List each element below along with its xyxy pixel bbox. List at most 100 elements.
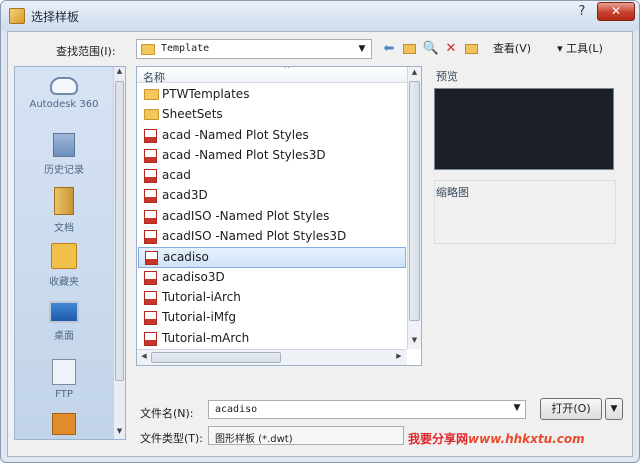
dwt-file-icon: [144, 209, 157, 224]
file-name: acad: [162, 168, 191, 183]
file-row[interactable]: acadISO -Named Plot Styles: [138, 207, 406, 227]
filetype-select[interactable]: 图形样板 (*.dwt): [208, 426, 404, 445]
dwt-file-icon: [144, 331, 157, 346]
new-folder-icon[interactable]: [462, 39, 480, 59]
window-title: 选择样板: [31, 10, 80, 24]
file-row[interactable]: acad -Named Plot Styles: [138, 126, 406, 146]
preview-label: 预览: [436, 70, 458, 83]
place-buzzsaw[interactable]: [17, 413, 111, 437]
look-in-label: 查找范围(I):: [56, 45, 116, 58]
place-label: 文档: [54, 223, 74, 234]
cloud-icon: [50, 77, 78, 95]
file-row[interactable]: acad -Named Plot Styles3D: [138, 146, 406, 166]
title-bar: 选择样板 ? ✕: [1, 1, 639, 31]
desktop-icon: [49, 301, 79, 323]
dwt-file-icon: [144, 148, 157, 163]
scroll-down-icon[interactable]: ▼: [408, 336, 421, 348]
file-name: Tutorial-iArch: [162, 289, 241, 304]
scroll-right-icon[interactable]: ▶: [393, 352, 405, 364]
up-folder-icon[interactable]: [400, 39, 418, 59]
close-button[interactable]: ✕: [597, 2, 635, 21]
file-list-horizontal-scrollbar[interactable]: ◀ ▶: [137, 349, 407, 365]
places-bar: Autodesk 360 历史记录 文档 收藏夹 桌面 FTP ▲ ▼: [14, 66, 126, 440]
file-row[interactable]: acadiso: [138, 247, 406, 268]
place-desktop[interactable]: 桌面: [17, 301, 111, 342]
place-favorites[interactable]: 收藏夹: [17, 243, 111, 288]
filetype-value: 图形样板 (*.dwt): [215, 434, 293, 445]
file-row[interactable]: acadiso3D: [138, 268, 406, 288]
dwt-file-icon: [144, 169, 157, 184]
column-name-label: 名称: [143, 71, 165, 84]
open-button[interactable]: 打开(O): [540, 398, 602, 420]
file-row[interactable]: Tutorial-mArch: [138, 329, 406, 349]
place-label: 桌面: [54, 331, 74, 342]
folder-icon: [144, 109, 159, 121]
views-menu-button[interactable]: 查看(V): [486, 39, 538, 59]
file-name: acadiso: [163, 250, 209, 265]
preview-image: [434, 88, 614, 170]
dwt-file-icon: [144, 128, 157, 143]
scroll-thumb[interactable]: [115, 81, 124, 381]
search-web-icon[interactable]: 🔍: [422, 39, 440, 59]
dwt-file-icon: [144, 230, 157, 245]
file-row[interactable]: SheetSets: [138, 105, 406, 125]
file-name: acad -Named Plot Styles3D: [162, 147, 326, 162]
file-row[interactable]: acad: [138, 166, 406, 186]
delete-icon[interactable]: ✕: [442, 39, 460, 59]
chevron-down-icon[interactable]: ▼: [511, 403, 523, 413]
watermark-text: 我要分享网: [408, 432, 469, 446]
scroll-up-icon[interactable]: ▲: [114, 67, 125, 79]
back-icon[interactable]: ⬅: [380, 39, 398, 59]
column-header-name[interactable]: 名称 ^: [137, 66, 407, 84]
file-row[interactable]: Tutorial-iMfg: [138, 308, 406, 328]
dwt-file-icon: [145, 251, 158, 266]
place-ftp[interactable]: FTP: [17, 359, 111, 400]
place-label: FTP: [55, 389, 73, 400]
file-row[interactable]: acadISO -Named Plot Styles3D: [138, 227, 406, 247]
look-in-value: Template: [161, 43, 210, 54]
place-label: 历史记录: [44, 165, 84, 176]
favorites-folder-icon: [51, 243, 77, 269]
filetype-label: 文件类型(T):: [140, 432, 204, 445]
app-icon: [9, 8, 25, 24]
scroll-left-icon[interactable]: ◀: [138, 352, 150, 364]
buzzsaw-icon: [52, 413, 76, 435]
filename-label: 文件名(N):: [140, 407, 194, 420]
scroll-up-icon[interactable]: ▲: [408, 68, 421, 80]
sort-ascending-icon: ^: [283, 66, 291, 75]
place-label: 收藏夹: [49, 277, 79, 288]
file-row[interactable]: PTWTemplates: [138, 85, 406, 105]
chevron-down-icon[interactable]: ▼: [355, 42, 369, 56]
select-template-dialog: 选择样板 ? ✕ 查找范围(I): Template ▼ ⬅ 🔍 ✕ 查看(V)…: [0, 0, 640, 463]
history-icon: [53, 133, 75, 157]
file-rows: PTWTemplates SheetSets acad -Named Plot St…: [137, 85, 407, 349]
file-name: acadISO -Named Plot Styles3D: [162, 229, 347, 244]
place-documents[interactable]: 文档: [17, 187, 111, 234]
place-label: Autodesk 360: [29, 99, 99, 110]
folder-icon: [144, 89, 159, 100]
tools-menu-button[interactable]: ▾ 工具(L): [542, 39, 618, 59]
scroll-thumb[interactable]: [151, 352, 281, 363]
scroll-down-icon[interactable]: ▼: [114, 427, 125, 439]
file-name: PTWTemplates: [162, 87, 250, 101]
dialog-body: 查找范围(I): Template ▼ ⬅ 🔍 ✕ 查看(V) ▾ 工具(L) …: [7, 31, 633, 457]
folder-icon: [141, 44, 155, 55]
file-list-vertical-scrollbar[interactable]: ▲ ▼: [407, 67, 421, 349]
documents-icon: [54, 187, 74, 215]
look-in-dropdown[interactable]: Template ▼: [136, 39, 372, 59]
file-row[interactable]: acad3D: [138, 186, 406, 206]
ftp-icon: [52, 359, 76, 385]
file-name: acad3D: [162, 188, 208, 203]
thumbnail-label: 缩略图: [436, 186, 469, 199]
file-row[interactable]: Tutorial-iArch: [138, 288, 406, 308]
dwt-file-icon: [144, 311, 157, 326]
filename-field[interactable]: acadiso ▼: [208, 400, 526, 419]
place-autodesk360[interactable]: Autodesk 360: [17, 77, 111, 110]
help-icon[interactable]: ?: [571, 4, 593, 22]
open-options-dropdown[interactable]: ▼: [605, 398, 623, 420]
places-scrollbar[interactable]: ▲ ▼: [113, 67, 125, 439]
scroll-thumb[interactable]: [409, 81, 420, 321]
place-history[interactable]: 历史记录: [17, 133, 111, 176]
dwt-file-icon: [144, 290, 157, 305]
dwt-file-icon: [144, 270, 157, 285]
